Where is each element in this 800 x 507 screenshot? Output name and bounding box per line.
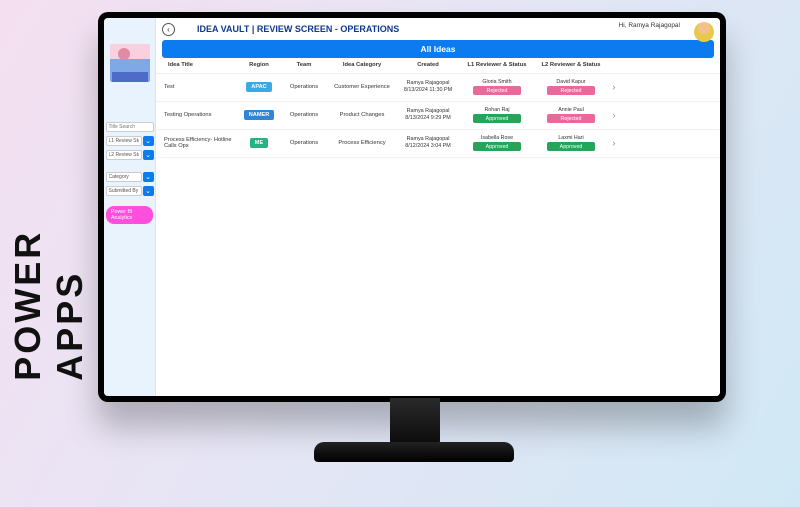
- cell-region: ME: [238, 138, 280, 148]
- status-badge: Approved: [473, 114, 521, 123]
- chevron-right-icon[interactable]: ›: [608, 82, 620, 92]
- title-search[interactable]: [106, 122, 154, 132]
- cell-created: Ramya Rajagopal8/13/2024 11:30 PM: [396, 80, 460, 95]
- chevron-down-icon[interactable]: ⌄: [143, 136, 154, 146]
- title-search-input[interactable]: [106, 122, 154, 132]
- col-category: Idea Category: [328, 62, 396, 69]
- chevron-down-icon[interactable]: ⌄: [143, 150, 154, 160]
- sidebar: ⌄ ⌄ ⌄ ⌄ Power BI Analytics: [104, 18, 156, 396]
- table-header: Idea Title Region Team Idea Category Cre…: [156, 58, 720, 74]
- hero-illustration: [110, 44, 150, 82]
- col-l2: L2 Reviewer & Status: [534, 62, 608, 69]
- chevron-down-icon[interactable]: ⌄: [143, 172, 154, 182]
- cell-title: Test: [164, 84, 238, 90]
- cell-l1: Isabella RoseApproved: [460, 135, 534, 152]
- back-button[interactable]: ‹: [162, 23, 175, 36]
- cell-title: Process Efficiency- Hotline Calls Ops: [164, 137, 238, 149]
- cell-l1: Rohan RajApproved: [460, 107, 534, 124]
- chevron-right-icon[interactable]: ›: [608, 138, 620, 148]
- monitor-frame: ⌄ ⌄ ⌄ ⌄ Power BI Analytics ‹ IDEA VAULT …: [98, 12, 726, 402]
- submittedby-filter-label: [106, 186, 142, 196]
- status-badge: Rejected: [473, 86, 521, 95]
- l2-status-filter[interactable]: ⌄: [106, 150, 154, 160]
- col-team: Team: [280, 62, 328, 69]
- category-filter-label: [106, 172, 142, 182]
- status-badge: Rejected: [547, 114, 595, 123]
- cell-l2: Laxmi HariApproved: [534, 135, 608, 152]
- status-badge: Approved: [547, 142, 595, 151]
- cell-region: NAMER: [238, 110, 280, 120]
- cell-category: Product Changes: [328, 112, 396, 118]
- col-region: Region: [238, 62, 280, 69]
- category-filter[interactable]: ⌄: [106, 172, 154, 182]
- main-panel: ‹ IDEA VAULT | REVIEW SCREEN - OPERATION…: [156, 18, 720, 396]
- topbar: ‹ IDEA VAULT | REVIEW SCREEN - OPERATION…: [156, 18, 720, 40]
- cell-category: Customer Experience: [328, 84, 396, 90]
- table-row[interactable]: Process Efficiency- Hotline Calls OpsMEO…: [156, 130, 720, 158]
- cell-category: Process Efficiency: [328, 140, 396, 146]
- chevron-down-icon[interactable]: ⌄: [143, 186, 154, 196]
- col-l1: L1 Reviewer & Status: [460, 62, 534, 69]
- col-created: Created: [396, 62, 460, 69]
- cell-region: APAC: [238, 82, 280, 92]
- cell-l2: Annie PaulRejected: [534, 107, 608, 124]
- status-badge: Rejected: [547, 86, 595, 95]
- table-row[interactable]: TestAPACOperationsCustomer ExperienceRam…: [156, 74, 720, 102]
- table-body: TestAPACOperationsCustomer ExperienceRam…: [156, 74, 720, 158]
- powerbi-button[interactable]: Power BI Analytics: [106, 206, 153, 224]
- cell-team: Operations: [280, 84, 328, 90]
- app-screen: ⌄ ⌄ ⌄ ⌄ Power BI Analytics ‹ IDEA VAULT …: [104, 18, 720, 396]
- cell-team: Operations: [280, 140, 328, 146]
- chevron-right-icon[interactable]: ›: [608, 110, 620, 120]
- banner: All Ideas: [162, 40, 714, 58]
- cell-team: Operations: [280, 112, 328, 118]
- cell-l1: Gloria SmithRejected: [460, 79, 534, 96]
- l2-filter-label: [106, 150, 142, 160]
- cell-l2: David KapurRejected: [534, 79, 608, 96]
- brand-label: POWER APPS: [7, 127, 91, 381]
- col-title: Idea Title: [164, 62, 238, 69]
- cell-title: Testing Operations: [164, 112, 238, 118]
- monitor-base: [314, 442, 514, 462]
- l1-status-filter[interactable]: ⌄: [106, 136, 154, 146]
- page-title: IDEA VAULT | REVIEW SCREEN - OPERATIONS: [197, 24, 399, 34]
- monitor-neck: [390, 398, 440, 446]
- table-row[interactable]: Testing OperationsNAMEROperationsProduct…: [156, 102, 720, 130]
- user-greeting: Hi, Ramya Rajagopal: [619, 22, 680, 29]
- cell-created: Ramya Rajagopal8/13/2024 9:29 PM: [396, 108, 460, 123]
- avatar[interactable]: [694, 22, 714, 42]
- l1-filter-label: [106, 136, 142, 146]
- submittedby-filter[interactable]: ⌄: [106, 186, 154, 196]
- status-badge: Approved: [473, 142, 521, 151]
- cell-created: Ramya Rajagopal8/12/2024 3:04 PM: [396, 136, 460, 151]
